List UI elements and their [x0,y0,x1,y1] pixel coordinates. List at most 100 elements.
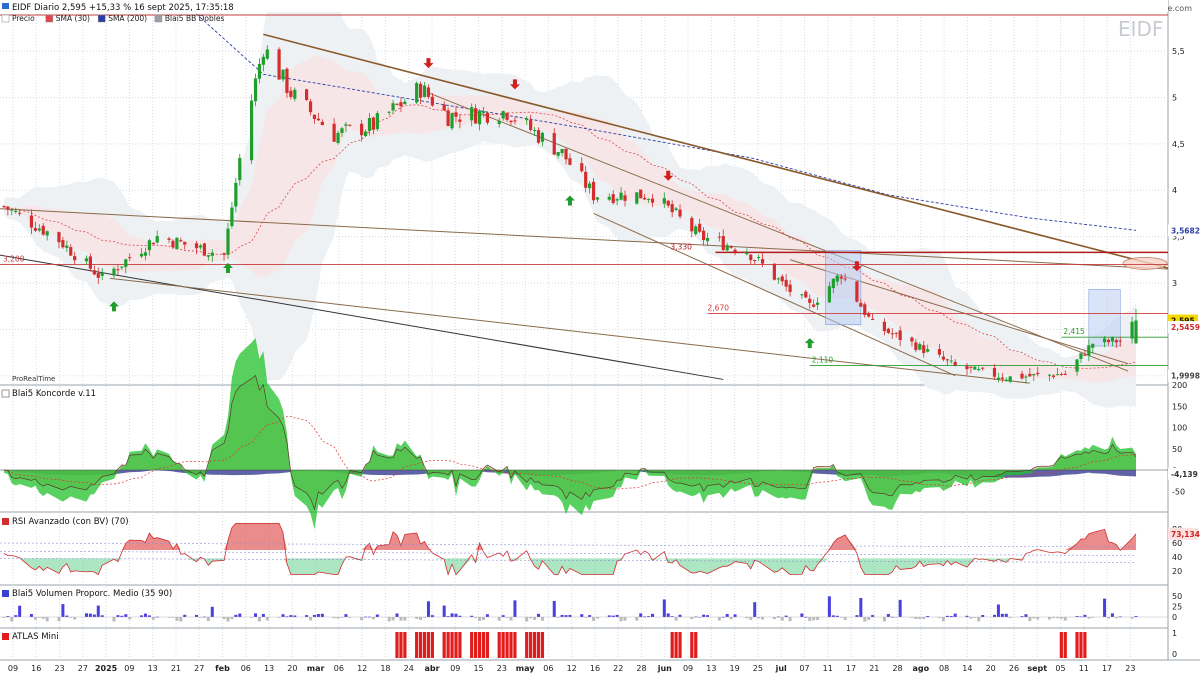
volume-bar [116,615,120,617]
candle-body [949,360,953,362]
candle-body [816,302,820,305]
candle-body [584,171,588,188]
volume-bar [316,614,320,617]
volume-bar [360,617,364,621]
candle-body [501,111,505,119]
volume-bar [588,615,592,617]
atlas-bar [670,632,674,658]
candle-body [257,64,262,79]
candle-body [760,259,765,264]
volume-bar [702,614,706,617]
candle-body [717,236,721,238]
volume-bar [1028,617,1032,622]
volume-bar [485,614,489,617]
koncorde-tick: 50 [1172,445,1182,454]
candle-body [859,302,863,307]
volume-bar [863,617,867,622]
volume-bar [757,617,761,619]
candle-body [206,255,210,257]
candle-body [45,231,49,236]
volume-bar [320,613,324,617]
koncorde-tick: -50 [1172,487,1185,496]
candle-body [497,120,501,125]
volume-bar [513,600,517,617]
volume-bar [996,604,1000,617]
candle-body [387,111,391,113]
candle-body [556,152,560,156]
volume-bar [226,617,230,622]
volume-bar [733,614,737,617]
volume-bar [257,617,261,622]
volume-bar [222,617,226,620]
candle-body [721,235,725,251]
candle-body [277,49,281,80]
time-label: 23 [54,664,64,673]
atlas-bar [477,632,482,658]
atlas-bar [509,632,513,658]
candle-body [128,257,132,259]
time-label: 23 [1125,664,1135,673]
candle-body [340,128,344,133]
volume-bar [525,617,529,622]
candle-body [1110,337,1115,342]
time-label: 13 [148,664,158,673]
volume-bar [183,614,187,617]
candle-body [285,68,289,93]
candle-body [116,269,120,271]
candle-body [886,328,890,333]
volume-bar [140,615,144,617]
volume-bar [419,617,423,621]
time-label: 24 [404,664,414,673]
chart-canvas[interactable]: 3,2003,3302,6702,4152,110 EIDF www.ProRe… [0,0,1200,675]
level-label: 2,670 [708,304,730,313]
time-label: 26 [1009,664,1019,673]
candle-body [316,118,320,121]
time-axis[interactable]: 09 16 23 27 2025 09 13 21 27 feb 06 13 20 mar 06 12 18 24… [8,664,1136,673]
watermark: EIDF [1118,17,1163,41]
volume-bar [1032,617,1036,619]
candle-body [827,286,831,303]
volume-bar [537,613,541,617]
chart-title: EIDF Diario 2,595 +15,33 % 16 sept 2025,… [12,3,234,13]
candle-body [733,249,737,253]
candle-body [698,223,702,232]
candle-body [33,227,37,231]
atlas-bar [536,632,541,658]
legend-swatch [97,14,106,23]
atlas-bar [525,632,529,658]
time-label: 27 [78,664,88,673]
volume-bar [867,617,871,621]
atlas-bar [430,632,434,658]
atlas-bar [1063,632,1067,658]
candle-body [183,241,187,245]
volume-bar [261,614,265,617]
brand-small: ProRealTime [12,375,55,383]
candle-body [281,69,285,80]
candle-body [1114,340,1118,343]
volume-bar [210,606,214,617]
candle-body [143,252,148,256]
time-label: 20 [287,664,297,673]
volume-bar [73,617,77,620]
candle-body [1087,345,1091,356]
time-label: 27 [194,664,204,673]
candle-body [894,332,898,334]
candle-body [1004,379,1008,381]
time-label: 15 [473,664,483,673]
level-label: 2,415 [1063,327,1085,336]
candle-body [226,228,230,255]
candle-body [1051,375,1056,377]
candle-body [391,103,395,111]
time-label: 25 [753,664,763,673]
volume-bar [859,597,863,617]
volume-tick: 25 [1172,603,1182,612]
atlas-bar [678,632,682,658]
volume-bar [816,617,820,620]
price-tick: 4 [1172,186,1177,195]
candle-body [485,112,490,123]
level-label: 3,330 [670,242,692,251]
candle-body [540,132,545,142]
volume-bar [1103,598,1107,617]
candle-body [139,253,144,257]
volume-bar [540,617,544,621]
